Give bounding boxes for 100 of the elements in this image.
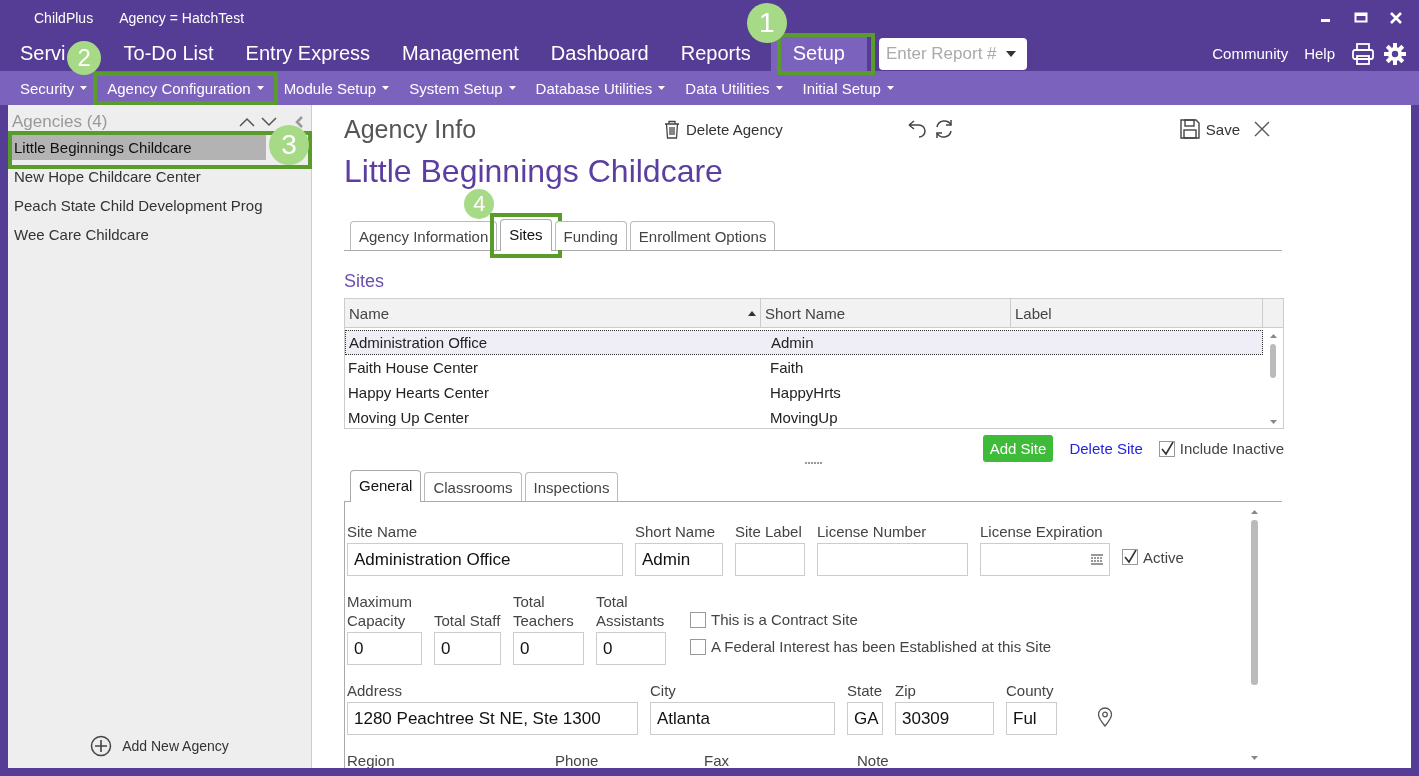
caret-icon [886, 86, 894, 90]
delete-site-link[interactable]: Delete Site [1069, 440, 1143, 457]
input-field[interactable]: 30309 [895, 702, 994, 735]
checkbox[interactable]: Active [1122, 548, 1184, 566]
caret-icon [256, 86, 264, 90]
field-label: Phone [555, 751, 600, 768]
field-label: State [847, 681, 883, 700]
date-field[interactable] [980, 543, 1110, 576]
report-number-field[interactable]: Enter Report # [879, 37, 1027, 70]
checkmark-icon [1123, 550, 1137, 564]
caret-icon [80, 86, 88, 90]
maximize-icon[interactable] [1354, 11, 1368, 25]
save-icon [1179, 119, 1200, 139]
field-label: County [1006, 681, 1055, 700]
tab[interactable]: Funding [554, 221, 627, 250]
table-cell-text: Faith [769, 359, 805, 376]
trash-icon [664, 119, 680, 139]
agency-list-item[interactable]: Wee Care Childcare [12, 222, 266, 247]
tab[interactable]: General [350, 470, 422, 502]
input-field[interactable]: 0 [434, 632, 501, 665]
agency-list-item[interactable]: Little Beginnings Childcare [12, 135, 266, 160]
column-header[interactable]: Label [1011, 299, 1263, 327]
input-field[interactable]: Administration Office [347, 543, 623, 576]
input-field[interactable]: 1280 Peachtree St NE, Ste 1300 [347, 702, 638, 735]
submenu-item[interactable]: Security [10, 75, 98, 101]
chevron-up-icon[interactable] [239, 117, 255, 127]
table-cell-text: Admin [770, 334, 815, 351]
scroll-down-icon[interactable] [1269, 420, 1277, 424]
table-row[interactable]: Happy Hearts Center HappyHrts [345, 380, 1263, 405]
window-context: Agency = HatchTest [119, 10, 245, 26]
input-field[interactable]: Atlanta [650, 702, 835, 735]
input-field[interactable] [735, 543, 805, 576]
input-field[interactable] [817, 543, 968, 576]
input-field[interactable]: 0 [347, 632, 422, 665]
input-field[interactable]: 0 [513, 632, 584, 665]
submenu-item[interactable]: Database Utilities [525, 75, 676, 101]
checkbox[interactable]: This is a Contract Site [690, 611, 1052, 628]
app-name: ChildPlus [34, 10, 94, 26]
submenu-item[interactable]: Initial Setup [792, 75, 904, 101]
checkbox[interactable]: A Federal Interest has been Established at this Site [690, 638, 1052, 655]
scrollbar-thumb[interactable] [1270, 344, 1276, 378]
field-label: Address [347, 681, 404, 700]
add-agency-button[interactable]: Add New Agency [84, 734, 235, 758]
checkmark-icon [1159, 441, 1174, 456]
page-title: Agency Info [344, 114, 478, 144]
table-cell-text: Moving Up Center [347, 409, 470, 426]
field-label: License Expiration [980, 522, 1104, 541]
column-header[interactable]: Short Name [761, 299, 1011, 327]
tab[interactable]: Agency Information [350, 221, 498, 250]
table-row[interactable]: Moving Up Center MovingUp [345, 405, 1263, 430]
input-field[interactable]: 0 [596, 632, 666, 665]
step-badge: 2 [67, 40, 102, 75]
table-cell-text: MovingUp [769, 409, 839, 426]
caret-icon [658, 86, 666, 90]
input-field[interactable]: Ful [1006, 702, 1057, 735]
plus-circle-icon [90, 735, 113, 757]
submenu-item[interactable]: System Setup [399, 75, 526, 101]
submenu-item[interactable]: Data Utilities [675, 75, 793, 101]
close-icon[interactable] [1254, 121, 1270, 137]
splitter-grip-icon[interactable] [805, 462, 823, 465]
tab[interactable]: Sites [500, 219, 552, 251]
menu-item[interactable]: Entry Express [245, 36, 371, 71]
chevron-down-icon[interactable] [261, 117, 277, 127]
scroll-down-icon[interactable] [1250, 756, 1258, 760]
menu-item[interactable]: Setup [770, 36, 867, 71]
scroll-up-icon[interactable] [1269, 334, 1277, 338]
delete-agency-button[interactable]: Delete Agency [662, 117, 785, 141]
section-title: Sites [344, 271, 386, 292]
tab[interactable]: Enrollment Options [629, 221, 776, 250]
field-label: Total Staff [434, 611, 501, 630]
menu-item[interactable]: Management [402, 36, 519, 71]
input-field[interactable]: GA [847, 702, 883, 735]
top-link[interactable]: Community [1212, 45, 1289, 62]
top-link[interactable]: Help [1304, 45, 1335, 62]
settings-icon[interactable] [1383, 41, 1407, 66]
tab[interactable]: Classrooms [424, 472, 522, 501]
calendar-icon[interactable] [1091, 554, 1103, 565]
submenu-item[interactable]: Module Setup [273, 75, 400, 101]
input-field[interactable]: Admin [635, 543, 723, 576]
agency-list-item[interactable]: Peach State Child Development Prog [12, 193, 266, 218]
scroll-up-icon[interactable] [1250, 510, 1258, 514]
table-cell-text: HappyHrts [769, 384, 842, 401]
column-header[interactable]: Name [345, 299, 761, 327]
tab[interactable]: Inspections [524, 472, 619, 501]
table-cell-text: Happy Hearts Center [347, 384, 490, 401]
save-button[interactable]: Save [1177, 117, 1242, 141]
field-label: Total Teachers [513, 592, 575, 630]
field-label: Total Assistants [596, 592, 666, 630]
table-row[interactable]: Faith House Center Faith [345, 355, 1263, 380]
scrollbar-thumb[interactable] [1250, 520, 1258, 685]
location-pin-icon[interactable] [1097, 707, 1113, 727]
menu-item[interactable]: Dashboard [550, 36, 649, 71]
menu-item[interactable]: Servi [20, 36, 66, 71]
field-label: Note [857, 751, 890, 768]
submenu-item[interactable]: Agency Configuration [97, 75, 274, 101]
menu-item[interactable]: To-Do List [123, 36, 214, 71]
print-icon[interactable] [1351, 42, 1375, 65]
agency-list-item[interactable]: New Hope Childcare Center [12, 164, 266, 189]
table-row[interactable]: Administration Office Admin [345, 330, 1263, 355]
collapse-icon[interactable] [295, 116, 303, 128]
